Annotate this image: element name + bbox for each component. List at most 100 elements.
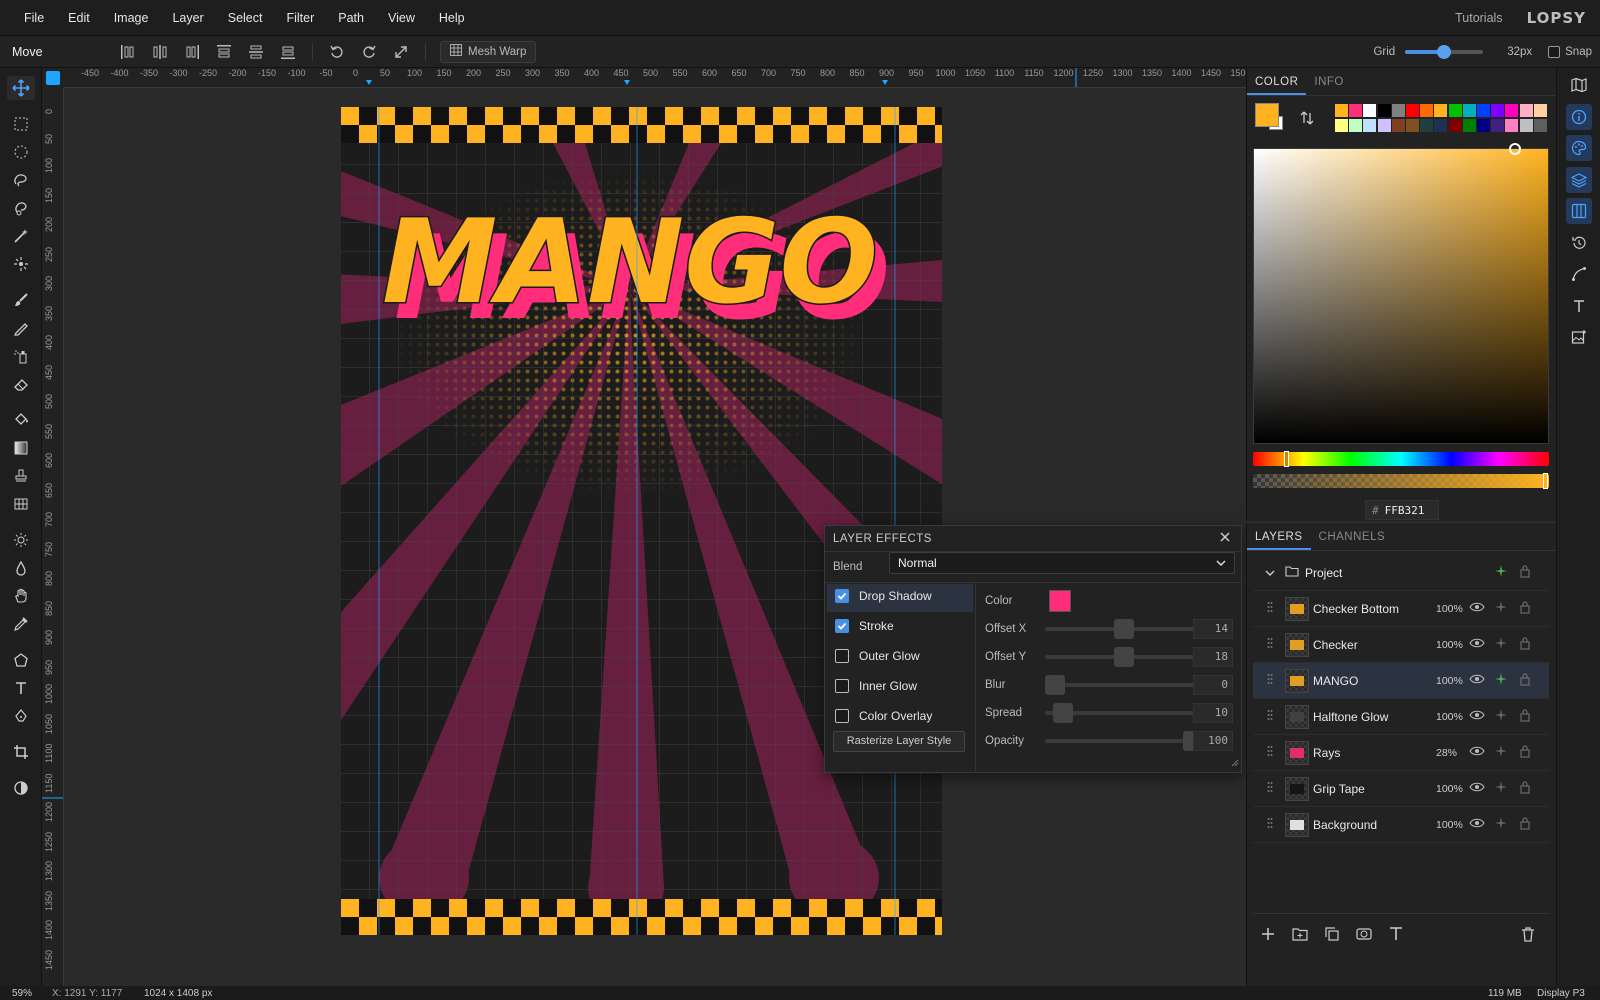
eye-icon[interactable] — [1469, 817, 1485, 832]
eraser-icon[interactable] — [7, 372, 35, 396]
mask-icon[interactable] — [1355, 925, 1373, 946]
color-swatch[interactable] — [1335, 104, 1348, 117]
color-overlay-checkbox[interactable] — [835, 709, 849, 723]
expand-icon[interactable] — [385, 40, 417, 64]
layers-icon[interactable] — [1566, 167, 1592, 193]
saturation-value-picker[interactable] — [1253, 143, 1549, 444]
color-swatch[interactable] — [1477, 119, 1490, 132]
param-slider[interactable] — [1045, 675, 1203, 695]
param-slider[interactable] — [1045, 619, 1203, 639]
effect-drop-shadow[interactable]: Drop Shadow — [835, 589, 932, 603]
layer-row[interactable]: MANGO 100% — [1253, 663, 1549, 699]
polygon-icon[interactable] — [7, 648, 35, 672]
menu-image[interactable]: Image — [102, 11, 161, 25]
columns-icon[interactable] — [1566, 198, 1592, 224]
eye-icon[interactable] — [1469, 601, 1485, 616]
ruler-origin-marker[interactable] — [46, 71, 60, 85]
menu-select[interactable]: Select — [216, 11, 275, 25]
grid-slider-knob[interactable] — [1437, 44, 1452, 59]
lock-icon[interactable] — [1519, 636, 1531, 653]
tab-color[interactable]: COLOR — [1247, 68, 1307, 95]
color-swatch[interactable] — [1391, 119, 1405, 132]
tab-channels[interactable]: CHANNELS — [1311, 523, 1394, 550]
color-swatch[interactable] — [1349, 119, 1363, 132]
duplicate-layer-icon[interactable] — [1323, 925, 1341, 946]
color-swatch[interactable] — [1491, 119, 1505, 132]
add-text-layer-icon[interactable] — [1387, 925, 1405, 946]
hex-input[interactable]: # FFB321 — [1365, 500, 1439, 520]
brush-icon[interactable] — [7, 288, 35, 312]
drag-handle-icon[interactable] — [1267, 781, 1273, 796]
layer-row[interactable]: Checker 100% — [1253, 627, 1549, 663]
paint-bucket-icon[interactable] — [7, 408, 35, 432]
color-swatch[interactable] — [1406, 119, 1419, 132]
blur-drop-icon[interactable] — [7, 556, 35, 580]
navigator-map-icon[interactable] — [1566, 72, 1592, 98]
grid-size-slider[interactable] — [1405, 44, 1484, 59]
color-swatch[interactable] — [1420, 119, 1434, 132]
menu-layer[interactable]: Layer — [160, 11, 215, 25]
param-slider-knob[interactable] — [1045, 675, 1065, 695]
history-icon[interactable] — [1566, 230, 1592, 256]
color-swatch[interactable] — [1391, 104, 1405, 117]
blend-mode-select[interactable]: Normal — [889, 552, 1235, 574]
align-bottom-icon[interactable] — [272, 40, 304, 64]
snap-checkbox[interactable] — [1548, 45, 1561, 58]
swap-colors-icon[interactable] — [1299, 110, 1315, 129]
param-slider[interactable] — [1045, 731, 1203, 751]
param-slider[interactable] — [1045, 647, 1203, 667]
layer-row[interactable]: Rays 28% — [1253, 735, 1549, 771]
fx-icon[interactable] — [1494, 816, 1508, 833]
snap-toggle[interactable]: Snap — [1548, 45, 1592, 58]
color-swatch[interactable] — [1533, 119, 1547, 132]
effect-inner-glow[interactable]: Inner Glow — [835, 679, 917, 693]
color-swatch[interactable] — [1406, 104, 1419, 117]
chevron-down-icon[interactable] — [1265, 566, 1275, 580]
effect-stroke[interactable]: Stroke — [835, 619, 894, 633]
param-slider-knob[interactable] — [1114, 647, 1134, 667]
color-swatch[interactable] — [1462, 119, 1476, 132]
color-swatch[interactable] — [1434, 104, 1448, 117]
add-layer-icon[interactable] — [1259, 925, 1277, 946]
drag-handle-icon[interactable] — [1267, 817, 1273, 832]
resize-handle-icon[interactable] — [1231, 756, 1239, 770]
paths-icon[interactable] — [1566, 261, 1592, 287]
eye-icon[interactable] — [1469, 673, 1485, 688]
lock-icon[interactable] — [1519, 816, 1531, 833]
pencil-icon[interactable] — [7, 316, 35, 340]
menu-edit[interactable]: Edit — [56, 11, 102, 25]
palette-icon[interactable] — [1566, 135, 1592, 161]
drag-handle-icon[interactable] — [1267, 601, 1273, 616]
image-plus-icon[interactable] — [1566, 324, 1592, 350]
hand-icon[interactable] — [7, 584, 35, 608]
eye-icon[interactable] — [1469, 709, 1485, 724]
lasso-icon[interactable] — [7, 168, 35, 192]
outer-glow-checkbox[interactable] — [835, 649, 849, 663]
quick-select-icon[interactable] — [7, 252, 35, 276]
trash-icon[interactable] — [1519, 925, 1537, 946]
color-swatch[interactable] — [1462, 104, 1476, 117]
color-swatch[interactable] — [1505, 104, 1519, 117]
alpha-slider[interactable] — [1253, 473, 1549, 489]
magnetic-lasso-icon[interactable] — [7, 196, 35, 220]
param-slider-knob[interactable] — [1114, 619, 1134, 639]
align-center-h-icon[interactable] — [144, 40, 176, 64]
effect-outer-glow[interactable]: Outer Glow — [835, 649, 920, 663]
layer-row[interactable]: Checker Bottom 100% — [1253, 591, 1549, 627]
tab-info[interactable]: INFO — [1306, 68, 1351, 95]
close-icon[interactable] — [1219, 531, 1231, 546]
menu-path[interactable]: Path — [326, 11, 376, 25]
color-swatch[interactable] — [1420, 104, 1434, 117]
param-value-input[interactable]: 10 — [1193, 703, 1233, 723]
color-swatch[interactable] — [1377, 119, 1391, 132]
lock-icon[interactable] — [1519, 672, 1531, 689]
menu-help[interactable]: Help — [427, 11, 477, 25]
lock-icon[interactable] — [1519, 744, 1531, 761]
effect-color-overlay[interactable]: Color Overlay — [835, 709, 932, 723]
magic-wand-icon[interactable] — [7, 224, 35, 248]
crop-icon[interactable] — [7, 740, 35, 764]
eyedropper-icon[interactable] — [7, 612, 35, 636]
color-swatch[interactable] — [1519, 104, 1533, 117]
color-swatch[interactable] — [1377, 104, 1391, 117]
color-swatch[interactable] — [1363, 119, 1377, 132]
